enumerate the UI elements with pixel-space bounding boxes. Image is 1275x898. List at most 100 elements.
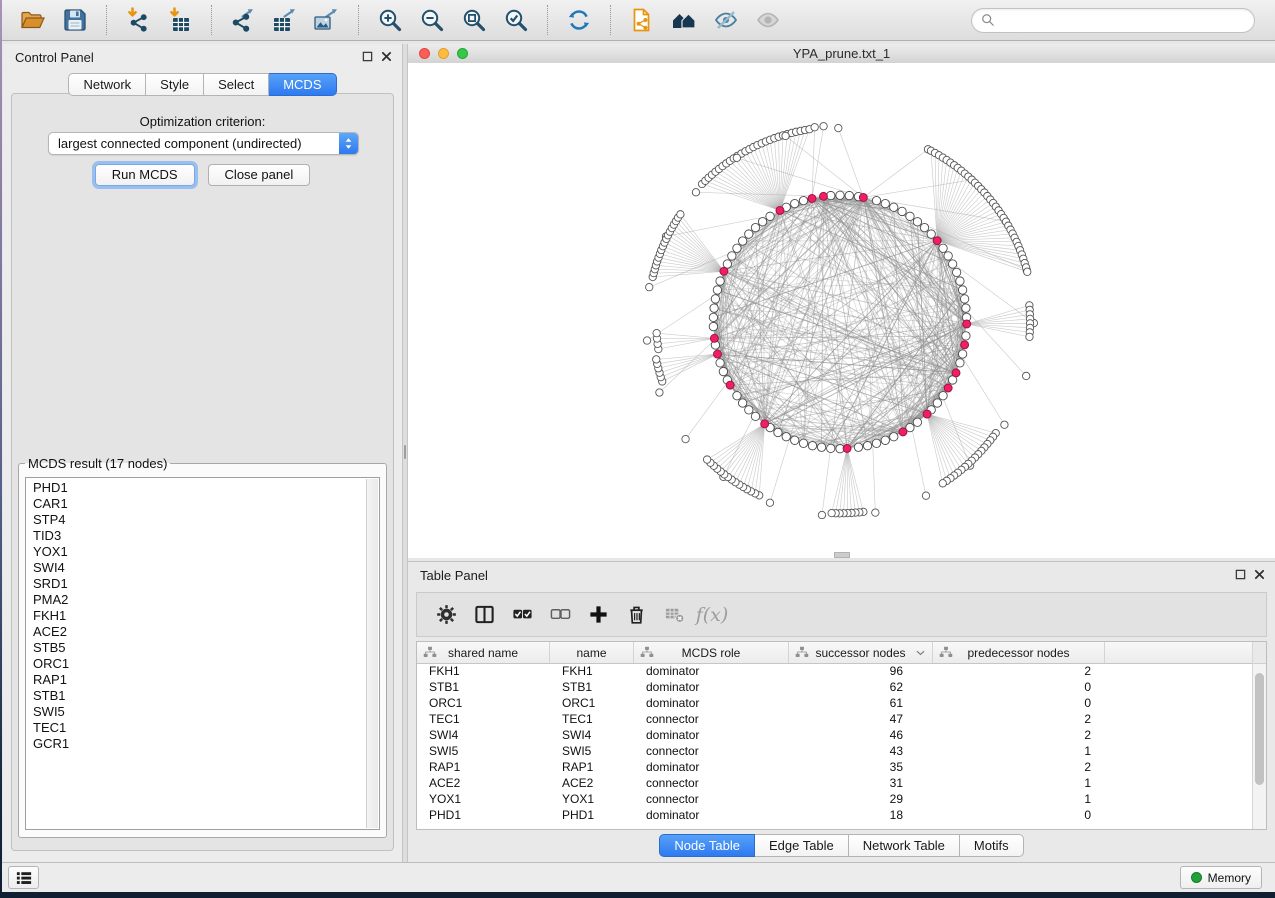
- table-cell[interactable]: 2: [933, 759, 1105, 775]
- table-cell[interactable]: connector: [634, 743, 789, 759]
- close-panel-button[interactable]: Close panel: [208, 164, 311, 186]
- close-window-button[interactable]: [419, 48, 430, 59]
- table-cell[interactable]: ORC1: [550, 695, 634, 711]
- table-cell[interactable]: 0: [933, 695, 1105, 711]
- tab-style[interactable]: Style: [146, 73, 204, 96]
- table-cell[interactable]: 31: [789, 775, 933, 791]
- table-row[interactable]: SWI4SWI4dominator462: [417, 727, 1252, 743]
- table-cell[interactable]: 46: [789, 727, 933, 743]
- table-cell[interactable]: FKH1: [417, 663, 550, 679]
- mcds-result-item[interactable]: SWI4: [26, 560, 365, 576]
- table-cell[interactable]: 0: [933, 807, 1105, 823]
- network-graph[interactable]: [408, 63, 1275, 558]
- table-cell[interactable]: SWI5: [417, 743, 550, 759]
- open-session-button[interactable]: [17, 4, 49, 36]
- mcds-result-item[interactable]: CAR1: [26, 496, 365, 512]
- table-cell[interactable]: dominator: [634, 679, 789, 695]
- zoom-in-button[interactable]: [374, 4, 406, 36]
- select-all-button[interactable]: [505, 599, 539, 631]
- table-cell[interactable]: FKH1: [550, 663, 634, 679]
- table-row[interactable]: STB1STB1dominator620: [417, 679, 1252, 695]
- table-cell[interactable]: 62: [789, 679, 933, 695]
- close-panel-icon[interactable]: [1254, 569, 1265, 580]
- table-cell[interactable]: RAP1: [417, 759, 550, 775]
- mcds-result-item[interactable]: ACE2: [26, 624, 365, 640]
- maximize-window-button[interactable]: [457, 48, 468, 59]
- table-cell[interactable]: dominator: [634, 727, 789, 743]
- tab-network[interactable]: Network: [68, 73, 146, 96]
- export-table-button[interactable]: [269, 4, 301, 36]
- table-cell[interactable]: dominator: [634, 807, 789, 823]
- table-cell[interactable]: YOX1: [417, 791, 550, 807]
- table-cell[interactable]: 0: [933, 679, 1105, 695]
- table-row[interactable]: YOX1YOX1connector291: [417, 791, 1252, 807]
- table-row[interactable]: ORC1ORC1dominator610: [417, 695, 1252, 711]
- import-table-button[interactable]: [164, 4, 196, 36]
- table-row[interactable]: PHD1PHD1dominator180: [417, 807, 1252, 823]
- column-header-predecessor-nodes[interactable]: predecessor nodes: [933, 642, 1105, 663]
- table-settings-button[interactable]: [429, 599, 463, 631]
- mcds-result-item[interactable]: TID3: [26, 528, 365, 544]
- column-header-shared-name[interactable]: shared name: [417, 642, 550, 663]
- task-history-button[interactable]: [8, 866, 39, 889]
- export-image-button[interactable]: [311, 4, 343, 36]
- import-network-button[interactable]: [122, 4, 154, 36]
- table-cell[interactable]: 2: [933, 727, 1105, 743]
- export-network-button[interactable]: [227, 4, 259, 36]
- horizontal-splitter-grip[interactable]: [834, 552, 850, 558]
- close-panel-icon[interactable]: [381, 51, 392, 62]
- column-header-name[interactable]: name: [550, 642, 634, 663]
- mcds-result-item[interactable]: PMA2: [26, 592, 365, 608]
- mcds-result-item[interactable]: SWI5: [26, 704, 365, 720]
- table-cell[interactable]: 1: [933, 791, 1105, 807]
- table-cell[interactable]: PHD1: [417, 807, 550, 823]
- mcds-result-item[interactable]: ORC1: [26, 656, 365, 672]
- table-cell[interactable]: STB1: [417, 679, 550, 695]
- table-cell[interactable]: 43: [789, 743, 933, 759]
- table-cell[interactable]: RAP1: [550, 759, 634, 775]
- mcds-result-item[interactable]: YOX1: [26, 544, 365, 560]
- table-cell[interactable]: dominator: [634, 663, 789, 679]
- table-cell[interactable]: dominator: [634, 695, 789, 711]
- column-visibility-button[interactable]: [467, 599, 501, 631]
- table-cell[interactable]: 96: [789, 663, 933, 679]
- sort-chevron-icon[interactable]: [916, 650, 925, 656]
- table-scrollbar[interactable]: [1252, 642, 1266, 829]
- table-cell[interactable]: connector: [634, 775, 789, 791]
- tab-node-table[interactable]: Node Table: [659, 834, 755, 857]
- float-panel-icon[interactable]: [362, 51, 373, 62]
- table-cell[interactable]: 1: [933, 775, 1105, 791]
- table-cell[interactable]: SWI4: [417, 727, 550, 743]
- zoom-fit-button[interactable]: [458, 4, 490, 36]
- add-column-button[interactable]: [581, 599, 615, 631]
- table-cell[interactable]: PHD1: [550, 807, 634, 823]
- scrollbar-thumb[interactable]: [1255, 673, 1264, 785]
- save-session-button[interactable]: [59, 4, 91, 36]
- zoom-out-button[interactable]: [416, 4, 448, 36]
- table-cell[interactable]: 18: [789, 807, 933, 823]
- table-row[interactable]: RAP1RAP1dominator352: [417, 759, 1252, 775]
- delete-column-button[interactable]: [619, 599, 653, 631]
- tab-motifs[interactable]: Motifs: [960, 834, 1024, 857]
- table-row[interactable]: ACE2ACE2connector311: [417, 775, 1252, 791]
- float-panel-icon[interactable]: [1235, 569, 1246, 580]
- column-header-MCDS-role[interactable]: MCDS role: [634, 642, 789, 663]
- tab-mcds[interactable]: MCDS: [269, 73, 336, 96]
- mcds-result-item[interactable]: RAP1: [26, 672, 365, 688]
- manage-networks-button[interactable]: [626, 4, 658, 36]
- table-cell[interactable]: SWI5: [550, 743, 634, 759]
- mcds-result-item[interactable]: SRD1: [26, 576, 365, 592]
- mcds-result-item[interactable]: GCR1: [26, 736, 365, 752]
- splitter-grip[interactable]: [404, 445, 406, 459]
- table-cell[interactable]: 2: [933, 663, 1105, 679]
- mcds-result-item[interactable]: PHD1: [26, 480, 365, 496]
- table-cell[interactable]: 35: [789, 759, 933, 775]
- table-row[interactable]: TEC1TEC1connector472: [417, 711, 1252, 727]
- table-cell[interactable]: dominator: [634, 759, 789, 775]
- table-cell[interactable]: ACE2: [550, 775, 634, 791]
- table-cell[interactable]: 47: [789, 711, 933, 727]
- table-cell[interactable]: TEC1: [550, 711, 634, 727]
- mcds-result-item[interactable]: STB1: [26, 688, 365, 704]
- search-input[interactable]: [1000, 12, 1245, 29]
- run-mcds-button[interactable]: Run MCDS: [95, 164, 195, 186]
